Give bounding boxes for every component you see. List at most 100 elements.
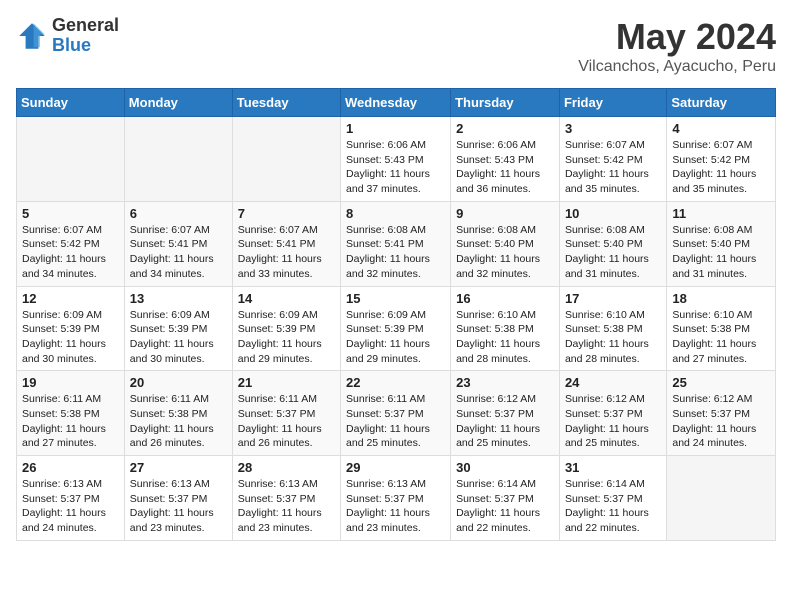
day-info-line: Sunrise: 6:14 AM bbox=[565, 477, 661, 492]
day-number: 10 bbox=[565, 206, 661, 221]
day-number: 26 bbox=[22, 460, 119, 475]
day-info-line: Daylight: 11 hours and 24 minutes. bbox=[672, 422, 770, 451]
day-info-line: Sunset: 5:37 PM bbox=[672, 407, 770, 422]
day-info-line: Daylight: 11 hours and 27 minutes. bbox=[22, 422, 119, 451]
calendar-cell: 13Sunrise: 6:09 AMSunset: 5:39 PMDayligh… bbox=[124, 286, 232, 371]
day-number: 18 bbox=[672, 291, 770, 306]
day-info-line: Sunrise: 6:13 AM bbox=[346, 477, 445, 492]
day-info-line: Sunset: 5:42 PM bbox=[672, 153, 770, 168]
logo-general-text: General bbox=[52, 16, 119, 36]
day-info-line: Sunrise: 6:09 AM bbox=[346, 308, 445, 323]
day-info-line: Sunrise: 6:09 AM bbox=[22, 308, 119, 323]
day-info: Sunrise: 6:11 AMSunset: 5:38 PMDaylight:… bbox=[22, 392, 119, 451]
calendar-cell: 10 Sunrise: 6:08 AMSunset: 5:40 PMDayligh… bbox=[559, 201, 666, 286]
day-info-line: Daylight: 11 hours and 35 minutes. bbox=[565, 167, 661, 196]
day-info-line: Daylight: 11 hours and 31 minutes. bbox=[565, 252, 661, 281]
day-info-line: Daylight: 11 hours and 31 minutes. bbox=[672, 252, 770, 281]
day-info-line: Daylight: 11 hours and 25 minutes. bbox=[565, 422, 661, 451]
day-info-line: Sunset: 5:43 PM bbox=[456, 153, 554, 168]
day-info-line: Sunset: 5:37 PM bbox=[565, 492, 661, 507]
day-info-line: Sunset: 5:38 PM bbox=[22, 407, 119, 422]
calendar-cell: 9Sunrise: 6:08 AMSunset: 5:40 PMDaylight… bbox=[451, 201, 560, 286]
logo: General Blue bbox=[16, 16, 119, 56]
day-info: Sunrise: 6:11 AMSunset: 5:38 PMDaylight:… bbox=[130, 392, 227, 451]
day-info-line: Sunset: 5:42 PM bbox=[22, 237, 119, 252]
day-number: 7 bbox=[238, 206, 335, 221]
day-number: 21 bbox=[238, 375, 335, 390]
day-info-line: Daylight: 11 hours and 25 minutes. bbox=[456, 422, 554, 451]
day-number: 4 bbox=[672, 121, 770, 136]
day-info-line: Sunset: 5:37 PM bbox=[346, 492, 445, 507]
day-number: 20 bbox=[130, 375, 227, 390]
calendar-cell: 3Sunrise: 6:07 AMSunset: 5:42 PMDaylight… bbox=[559, 117, 666, 202]
day-info: Sunrise: 6:08 AMSunset: 5:41 PMDaylight:… bbox=[346, 223, 445, 282]
day-info: Sunrise: 6:08 AMSunset: 5:40 PMDaylight:… bbox=[565, 223, 661, 282]
day-info-line: Sunrise: 6:10 AM bbox=[565, 308, 661, 323]
day-info: Sunrise: 6:14 AMSunset: 5:37 PMDaylight:… bbox=[456, 477, 554, 536]
calendar-cell: 19Sunrise: 6:11 AMSunset: 5:38 PMDayligh… bbox=[17, 371, 125, 456]
calendar-cell: 2Sunrise: 6:06 AMSunset: 5:43 PMDaylight… bbox=[451, 117, 560, 202]
day-number: 14 bbox=[238, 291, 335, 306]
day-info-line: Sunrise: 6:11 AM bbox=[22, 392, 119, 407]
day-header-thursday: Thursday bbox=[451, 89, 560, 117]
day-info: Sunrise: 6:07 AMSunset: 5:42 PMDaylight:… bbox=[22, 223, 119, 282]
day-header-wednesday: Wednesday bbox=[341, 89, 451, 117]
calendar-cell: 26Sunrise: 6:13 AMSunset: 5:37 PMDayligh… bbox=[17, 456, 125, 541]
header: General Blue May 2024 Vilcanchos, Ayacuc… bbox=[16, 16, 776, 76]
day-number: 11 bbox=[672, 206, 770, 221]
logo-blue-text: Blue bbox=[52, 36, 119, 56]
calendar-cell: 11 Sunrise: 6:08 AMSunset: 5:40 PMDayligh… bbox=[667, 201, 776, 286]
calendar-cell bbox=[124, 117, 232, 202]
calendar-cell: 7 Sunrise: 6:07 AMSunset: 5:41 PMDaylight… bbox=[232, 201, 340, 286]
day-info-line: Sunrise: 6:13 AM bbox=[22, 477, 119, 492]
day-info-line: Sunrise: 6:10 AM bbox=[456, 308, 554, 323]
day-number: 25 bbox=[672, 375, 770, 390]
day-info-line: Sunrise: 6:11 AM bbox=[346, 392, 445, 407]
day-number: 27 bbox=[130, 460, 227, 475]
day-number: 9 bbox=[456, 206, 554, 221]
day-number: 24 bbox=[565, 375, 661, 390]
week-row-2: 12Sunrise: 6:09 AMSunset: 5:39 PMDayligh… bbox=[17, 286, 776, 371]
calendar-cell: 17Sunrise: 6:10 AMSunset: 5:38 PMDayligh… bbox=[559, 286, 666, 371]
day-info-line: Sunset: 5:40 PM bbox=[672, 237, 770, 252]
day-info-line: Sunset: 5:37 PM bbox=[565, 407, 661, 422]
day-info: Sunrise: 6:07 AMSunset: 5:41 PMDaylight:… bbox=[130, 223, 227, 282]
day-info-line: Sunrise: 6:06 AM bbox=[456, 138, 554, 153]
day-info-line: Sunset: 5:41 PM bbox=[238, 237, 335, 252]
day-number: 31 bbox=[565, 460, 661, 475]
day-info-line: Sunset: 5:38 PM bbox=[456, 322, 554, 337]
day-info-line: Daylight: 11 hours and 23 minutes. bbox=[238, 506, 335, 535]
month-year: May 2024 bbox=[578, 16, 776, 58]
day-info-line: Daylight: 11 hours and 23 minutes. bbox=[346, 506, 445, 535]
day-info: Sunrise: 6:09 AMSunset: 5:39 PMDaylight:… bbox=[22, 308, 119, 367]
day-info-line: Sunset: 5:38 PM bbox=[565, 322, 661, 337]
calendar-cell: 15Sunrise: 6:09 AMSunset: 5:39 PMDayligh… bbox=[341, 286, 451, 371]
day-header-monday: Monday bbox=[124, 89, 232, 117]
day-info: Sunrise: 6:10 AMSunset: 5:38 PMDaylight:… bbox=[456, 308, 554, 367]
calendar-cell bbox=[232, 117, 340, 202]
day-number: 23 bbox=[456, 375, 554, 390]
day-info-line: Sunset: 5:39 PM bbox=[346, 322, 445, 337]
logo-icon bbox=[16, 20, 48, 52]
day-info-line: Daylight: 11 hours and 29 minutes. bbox=[238, 337, 335, 366]
day-info-line: Sunrise: 6:08 AM bbox=[672, 223, 770, 238]
day-number: 22 bbox=[346, 375, 445, 390]
day-info-line: Daylight: 11 hours and 24 minutes. bbox=[22, 506, 119, 535]
day-info: Sunrise: 6:09 AMSunset: 5:39 PMDaylight:… bbox=[346, 308, 445, 367]
day-info-line: Daylight: 11 hours and 34 minutes. bbox=[130, 252, 227, 281]
day-number: 3 bbox=[565, 121, 661, 136]
day-header-friday: Friday bbox=[559, 89, 666, 117]
day-info-line: Sunrise: 6:07 AM bbox=[238, 223, 335, 238]
day-info: Sunrise: 6:09 AMSunset: 5:39 PMDaylight:… bbox=[238, 308, 335, 367]
day-info-line: Sunset: 5:43 PM bbox=[346, 153, 445, 168]
calendar-cell: 25Sunrise: 6:12 AMSunset: 5:37 PMDayligh… bbox=[667, 371, 776, 456]
calendar-cell: 14 Sunrise: 6:09 AMSunset: 5:39 PMDayligh… bbox=[232, 286, 340, 371]
day-info-line: Sunrise: 6:12 AM bbox=[456, 392, 554, 407]
calendar-cell: 29Sunrise: 6:13 AMSunset: 5:37 PMDayligh… bbox=[341, 456, 451, 541]
day-info-line: Daylight: 11 hours and 25 minutes. bbox=[346, 422, 445, 451]
day-info-line: Daylight: 11 hours and 30 minutes. bbox=[22, 337, 119, 366]
day-info-line: Daylight: 11 hours and 35 minutes. bbox=[672, 167, 770, 196]
day-number: 13 bbox=[130, 291, 227, 306]
day-info-line: Sunrise: 6:08 AM bbox=[346, 223, 445, 238]
day-info: Sunrise: 6:07 AMSunset: 5:41 PMDaylight:… bbox=[238, 223, 335, 282]
